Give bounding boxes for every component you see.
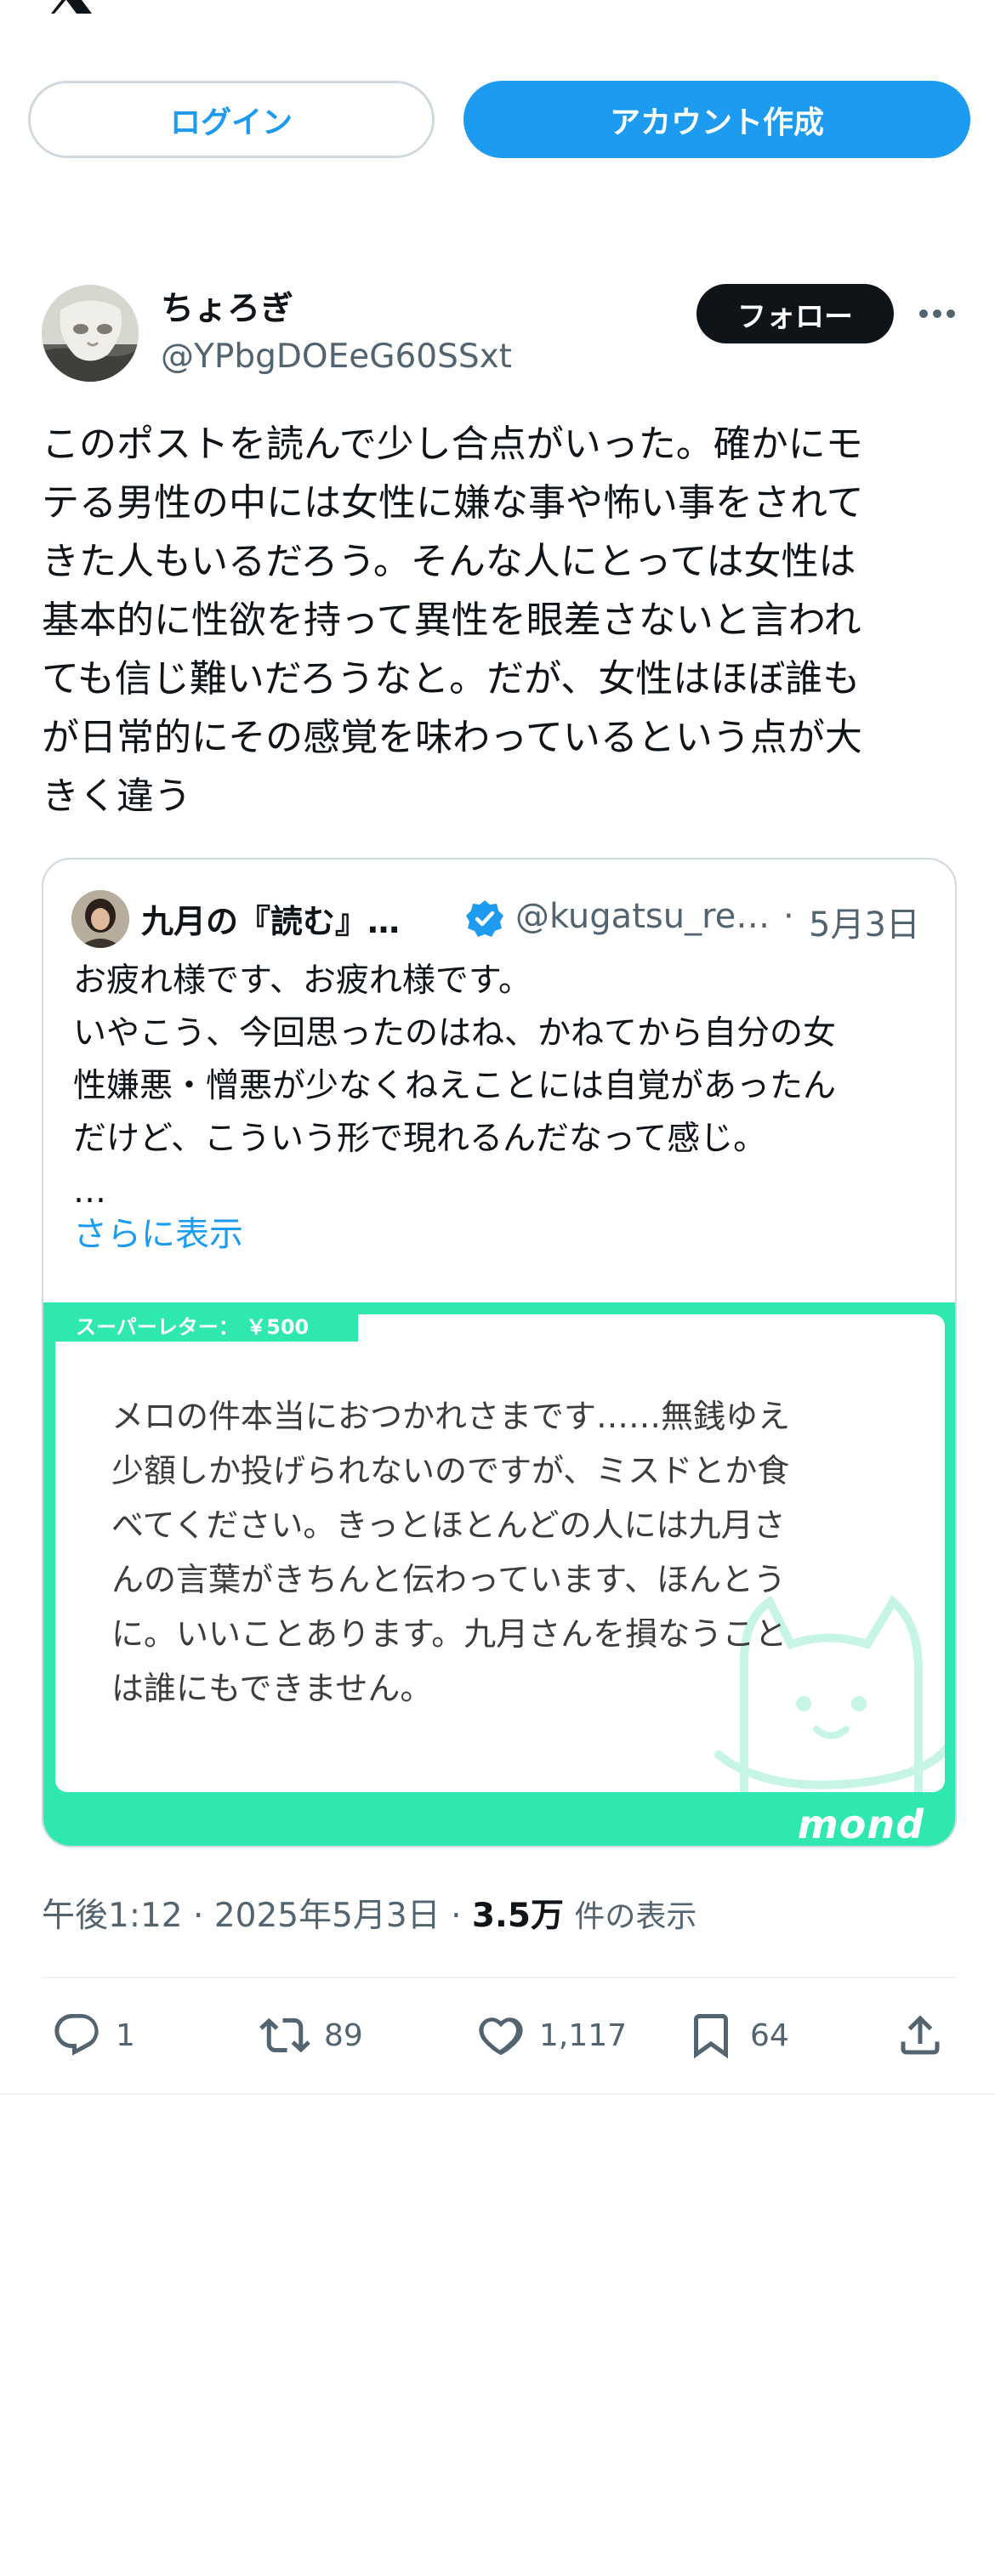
quoted-text: お疲れ様です、お疲れ様です。 いやこう、今回思ったのはね、かねてから自分の女 性… <box>73 962 837 1211</box>
author-display-name[interactable]: ちょろぎ <box>161 282 293 330</box>
views-label: 件の表示 <box>574 1899 697 1934</box>
author-handle[interactable]: @YPbgDOEeG60SSxt <box>161 338 512 376</box>
more-options-icon[interactable] <box>916 295 958 332</box>
post-text: このポストを読んで少し合点がいった。確かにモ テる男性の中には女性に嫌な事や怖い… <box>42 423 864 818</box>
post-meta: 午後1:12 · 2025年5月3日 · 3.5万 件の表示 <box>42 1889 696 1937</box>
quoted-date: 5月3日 <box>809 905 920 945</box>
repost-button[interactable]: 89 <box>259 2008 363 2063</box>
repost-count: 89 <box>324 2017 363 2053</box>
super-letter-text: メロの件本当におつかれさまです……無銭ゆえ 少額しか投げられないのですが、ミスド… <box>111 1398 791 1707</box>
divider <box>42 1977 957 1978</box>
post-time[interactable]: 午後1:12 <box>42 1897 183 1935</box>
bookmark-button[interactable]: 64 <box>685 2008 789 2063</box>
x-logo-icon[interactable] <box>43 0 95 15</box>
bookmark-icon <box>694 2014 728 2059</box>
views-count: 3.5万 <box>471 1897 565 1935</box>
show-more-link[interactable]: さらに表示 <box>73 1206 243 1256</box>
quoted-author-handle: @kugatsu_re… <box>515 897 770 936</box>
super-letter-card: スーパーレター： ￥500 メロの件本当におつかれさまです……無銭ゆえ 少額しか… <box>43 1302 955 1847</box>
like-button[interactable]: 1,117 <box>475 2008 627 2063</box>
heart-icon <box>479 2017 523 2055</box>
meta-separator: · <box>193 1897 204 1935</box>
like-count: 1,117 <box>539 2017 628 2053</box>
post-date[interactable]: 2025年5月3日 <box>214 1897 441 1935</box>
reply-button[interactable]: 1 <box>51 2008 135 2063</box>
author-avatar[interactable] <box>42 285 139 382</box>
share-icon <box>901 2015 940 2055</box>
quoted-separator: · <box>783 897 794 936</box>
meta-separator: · <box>451 1897 462 1935</box>
reply-count: 1 <box>116 2017 135 2053</box>
verified-badge-icon <box>466 900 503 937</box>
follow-button[interactable]: フォロー <box>696 284 894 343</box>
reply-icon <box>54 2014 99 2056</box>
login-button[interactable]: ログイン <box>28 81 435 158</box>
share-button[interactable] <box>895 2008 959 2063</box>
mond-brand-logo: mond <box>797 1801 924 1847</box>
quoted-post-card[interactable]: 九月の『読む』… @kugatsu_re… · 5月3日 お疲れ様です、お疲れ様… <box>42 858 957 1847</box>
bookmark-count: 64 <box>750 2017 789 2053</box>
super-letter-paper: メロの件本当におつかれさまです……無銭ゆえ 少額しか投げられないのですが、ミスド… <box>55 1314 945 1792</box>
create-account-button[interactable]: アカウント作成 <box>463 81 970 158</box>
super-letter-tag: スーパーレター： ￥500 <box>55 1308 358 1342</box>
quoted-author-name: 九月の『読む』… <box>141 903 401 940</box>
quoted-author-avatar <box>71 890 129 948</box>
repost-icon <box>259 2017 310 2053</box>
divider <box>0 2093 995 2095</box>
